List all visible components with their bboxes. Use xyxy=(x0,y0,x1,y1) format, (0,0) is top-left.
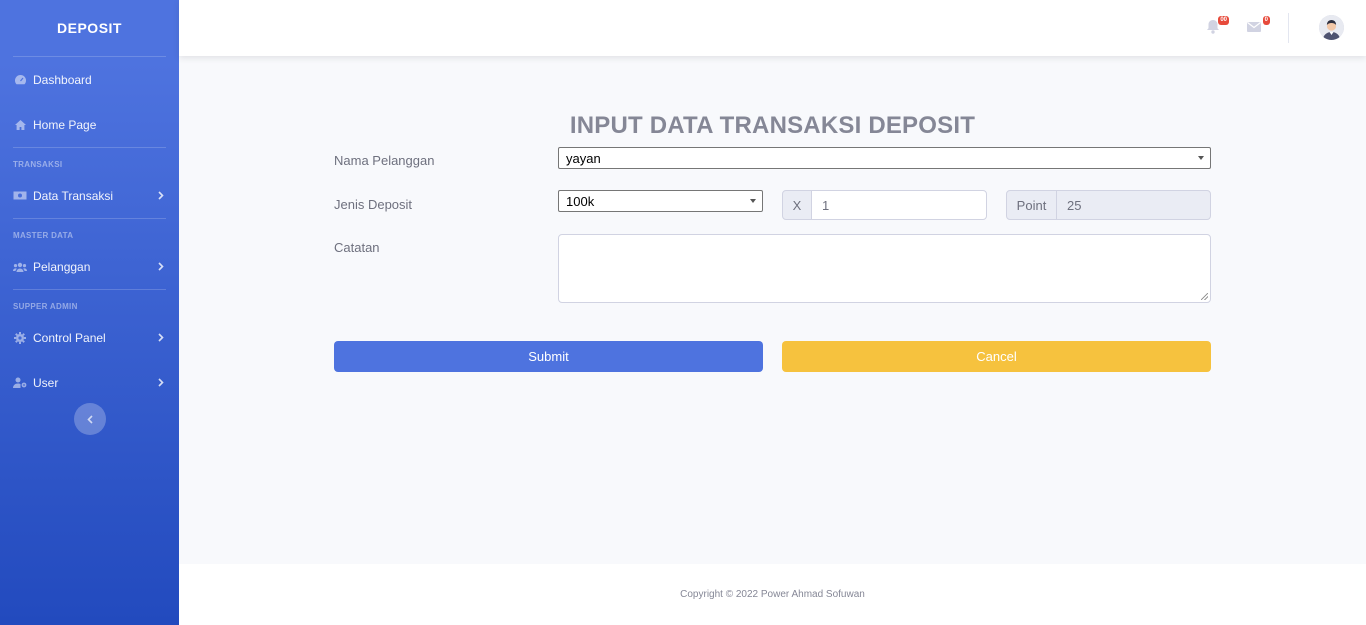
chevron-right-icon xyxy=(156,378,166,388)
sidebar-brand[interactable]: DEPOSIT xyxy=(0,0,179,56)
sidebar-item-control-panel[interactable]: Control Panel xyxy=(0,315,179,360)
point-input: 25 xyxy=(1056,190,1211,220)
catatan-label: Catatan xyxy=(334,240,380,255)
submit-button[interactable]: Submit xyxy=(334,341,763,372)
sidebar: DEPOSIT Dashboard Home Page TRANSAKSI Da… xyxy=(0,0,179,625)
sidebar-heading-transaksi: TRANSAKSI xyxy=(13,160,63,169)
sidebar-item-home-page[interactable]: Home Page xyxy=(0,102,179,147)
caret-down-icon xyxy=(750,199,756,203)
topbar-divider xyxy=(1288,13,1289,43)
user-avatar[interactable] xyxy=(1319,15,1344,40)
sidebar-item-dashboard[interactable]: Dashboard xyxy=(0,57,179,102)
gear-icon xyxy=(13,331,27,345)
catatan-textarea[interactable] xyxy=(558,234,1211,303)
sidebar-heading-master-data: MASTER DATA xyxy=(13,231,74,240)
multiplier-input[interactable]: 1 xyxy=(811,190,987,220)
users-icon xyxy=(13,260,27,274)
user-cog-icon xyxy=(13,376,27,390)
point-addon: Point xyxy=(1006,190,1057,220)
jenis-deposit-value: 100k xyxy=(566,194,595,209)
sidebar-item-data-transaksi[interactable]: Data Transaksi xyxy=(0,173,179,218)
sidebar-heading-supper-admin: SUPPER ADMIN xyxy=(13,302,78,311)
sidebar-item-label: User xyxy=(33,375,59,390)
chevron-left-icon xyxy=(87,414,93,424)
home-icon xyxy=(13,118,27,132)
sidebar-item-label: Data Transaksi xyxy=(33,188,114,203)
messages-button[interactable]: 0 xyxy=(1246,16,1270,38)
nama-pelanggan-value: yayan xyxy=(566,151,601,166)
sidebar-item-label: Home Page xyxy=(33,117,97,132)
resize-handle-icon[interactable] xyxy=(1201,293,1208,300)
multiplier-addon: X xyxy=(782,190,812,220)
jenis-deposit-label: Jenis Deposit xyxy=(334,197,413,212)
money-bill-icon xyxy=(13,189,27,203)
envelope-icon xyxy=(1246,18,1262,34)
chevron-right-icon xyxy=(156,262,166,272)
chevron-right-icon xyxy=(156,191,166,201)
avatar-icon xyxy=(1319,15,1344,40)
nama-pelanggan-select[interactable]: yayan xyxy=(558,147,1211,169)
topbar: 00 0 xyxy=(179,0,1366,56)
sidebar-item-label: Control Panel xyxy=(33,330,106,345)
caret-down-icon xyxy=(1198,156,1204,160)
sidebar-item-label: Dashboard xyxy=(33,72,92,87)
alerts-badge: 00 xyxy=(1218,16,1229,25)
sidebar-item-pelanggan[interactable]: Pelanggan xyxy=(0,244,179,289)
messages-badge: 0 xyxy=(1262,16,1270,25)
sidebar-item-user[interactable]: User xyxy=(0,360,179,405)
chevron-right-icon xyxy=(156,333,166,343)
nama-pelanggan-label: Nama Pelanggan xyxy=(334,153,435,168)
footer-copyright: Copyright © 2022 Power Ahmad Sofuwan xyxy=(680,589,865,600)
tachometer-icon xyxy=(13,73,27,87)
page-title: INPUT DATA TRANSAKSI DEPOSIT xyxy=(569,112,976,139)
sidebar-item-label: Pelanggan xyxy=(33,259,91,274)
footer: Copyright © 2022 Power Ahmad Sofuwan xyxy=(179,564,1366,625)
cancel-button[interactable]: Cancel xyxy=(782,341,1211,372)
sidebar-toggle-button[interactable] xyxy=(74,403,106,435)
alerts-button[interactable]: 00 xyxy=(1205,16,1229,38)
jenis-deposit-select[interactable]: 100k xyxy=(558,190,763,212)
